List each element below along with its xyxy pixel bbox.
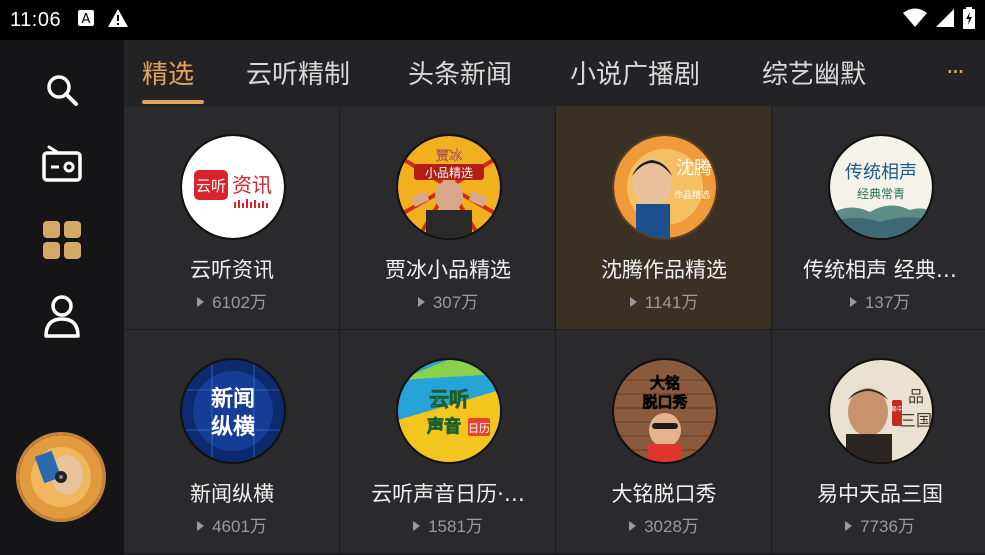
warning-icon	[107, 8, 129, 32]
program-grid: 云听 资讯 云听资讯 6102万 贾冰 小品精选 贾冰小品精选 307万 沈腾 …	[124, 106, 985, 555]
svg-text:小品精选: 小品精选	[425, 166, 473, 180]
svg-text:经典常青: 经典常青	[857, 187, 905, 201]
battery-icon	[963, 7, 975, 33]
tab-featured[interactable]: 精选	[142, 54, 194, 91]
search-icon	[45, 73, 79, 111]
tab-variety-humor[interactable]: 综艺幽默	[762, 54, 866, 91]
play-count-icon	[629, 521, 637, 531]
play-count: 3028万	[556, 512, 772, 537]
play-count: 307万	[340, 288, 556, 313]
play-count-icon	[417, 297, 425, 307]
svg-text:纵横: 纵横	[211, 415, 255, 440]
program-title: 贾冰小品精选	[385, 258, 511, 282]
program-cover: 云听 声音 日历	[396, 358, 502, 464]
program-title: 云听声音日历·…	[371, 482, 525, 506]
play-count: 7736万	[772, 512, 985, 537]
more-tabs-button[interactable]: ···	[946, 58, 965, 86]
play-count-icon	[849, 297, 857, 307]
program-cover: 大铭 脱口秀	[612, 358, 718, 464]
program-title: 云听资讯	[190, 258, 274, 282]
tab-headline-news[interactable]: 头条新闻	[408, 54, 512, 91]
signal-icon	[935, 8, 955, 32]
wifi-icon	[903, 8, 927, 32]
svg-text:脱口秀: 脱口秀	[642, 393, 688, 411]
sidebar	[0, 40, 124, 555]
program-title: 易中天品三国	[817, 482, 943, 506]
play-count: 1141万	[556, 288, 772, 313]
program-card-news-zongheng[interactable]: 新闻 纵横 新闻纵横 4601万	[124, 330, 340, 554]
user-icon	[43, 294, 81, 342]
a-notification-icon: A	[77, 9, 95, 31]
play-count: 1581万	[340, 512, 556, 537]
play-count-icon	[629, 297, 637, 307]
tab-yunting-produced[interactable]: 云听精制	[246, 54, 350, 91]
svg-text:云听: 云听	[429, 387, 469, 411]
program-card-sound-calendar[interactable]: 云听 声音 日历 云听声音日历·… 1581万	[340, 330, 556, 554]
now-playing-disc[interactable]	[16, 432, 106, 522]
program-card-daming-talkshow[interactable]: 大铭 脱口秀 大铭脱口秀 3028万	[556, 330, 772, 554]
program-cover: 云听 资讯	[180, 134, 286, 240]
program-title: 传统相声 经典…	[803, 258, 957, 282]
svg-text:云听: 云听	[196, 177, 226, 195]
program-title: 大铭脱口秀	[611, 482, 717, 506]
svg-text:三国: 三国	[900, 411, 932, 430]
program-card-shen-teng[interactable]: 沈腾 作品精选 沈腾作品精选 1141万	[556, 106, 772, 330]
play-count-icon	[845, 521, 853, 531]
program-cover: 贾冰 小品精选	[396, 134, 502, 240]
play-count: 4601万	[124, 512, 340, 537]
svg-text:大铭: 大铭	[650, 374, 680, 392]
program-title: 新闻纵横	[190, 482, 274, 506]
cover-text: 沈腾	[676, 158, 712, 179]
play-count-icon	[413, 521, 421, 531]
svg-text:声音: 声音	[426, 416, 461, 437]
svg-text:品: 品	[908, 387, 924, 406]
cover-text: 资讯	[232, 173, 272, 197]
program-card-xiangsheng[interactable]: 传统相声 经典常青 传统相声 经典… 137万	[772, 106, 985, 330]
svg-text:新闻: 新闻	[211, 386, 255, 412]
profile-button[interactable]	[38, 294, 86, 342]
svg-text:日历: 日历	[468, 422, 490, 435]
program-title: 沈腾作品精选	[601, 258, 727, 282]
tab-novel-radio-drama[interactable]: 小说广播剧	[570, 54, 700, 91]
tab-active-indicator	[142, 100, 204, 104]
program-card-yunting-news[interactable]: 云听 资讯 云听资讯 6102万	[124, 106, 340, 330]
program-cover: 新闻 纵横	[180, 358, 286, 464]
program-cover: 易中 品 三国	[828, 358, 934, 464]
program-cover: 沈腾 作品精选	[612, 134, 718, 240]
play-count: 137万	[772, 288, 985, 313]
radio-button[interactable]	[38, 142, 86, 190]
svg-text:A: A	[82, 12, 91, 27]
program-card-jia-bing[interactable]: 贾冰 小品精选 贾冰小品精选 307万	[340, 106, 556, 330]
play-count: 6102万	[124, 288, 340, 313]
status-bar: 11:06 A	[0, 0, 985, 40]
grid-icon	[42, 220, 82, 264]
svg-text:作品精选: 作品精选	[674, 189, 710, 201]
search-button[interactable]	[38, 68, 86, 116]
program-card-yi-zhongtian[interactable]: 易中 品 三国 易中天品三国 7736万	[772, 330, 985, 554]
play-count-icon	[197, 297, 205, 307]
category-tab-bar: 精选 云听精制 头条新闻 小说广播剧 综艺幽默 ···	[124, 40, 985, 106]
play-count-icon	[197, 521, 205, 531]
status-time: 11:06	[10, 8, 62, 31]
svg-text:传统相声: 传统相声	[845, 162, 917, 183]
svg-text:贾冰: 贾冰	[436, 149, 462, 164]
category-button[interactable]	[38, 218, 86, 266]
program-cover: 传统相声 经典常青	[828, 134, 934, 240]
radio-icon	[41, 145, 83, 187]
